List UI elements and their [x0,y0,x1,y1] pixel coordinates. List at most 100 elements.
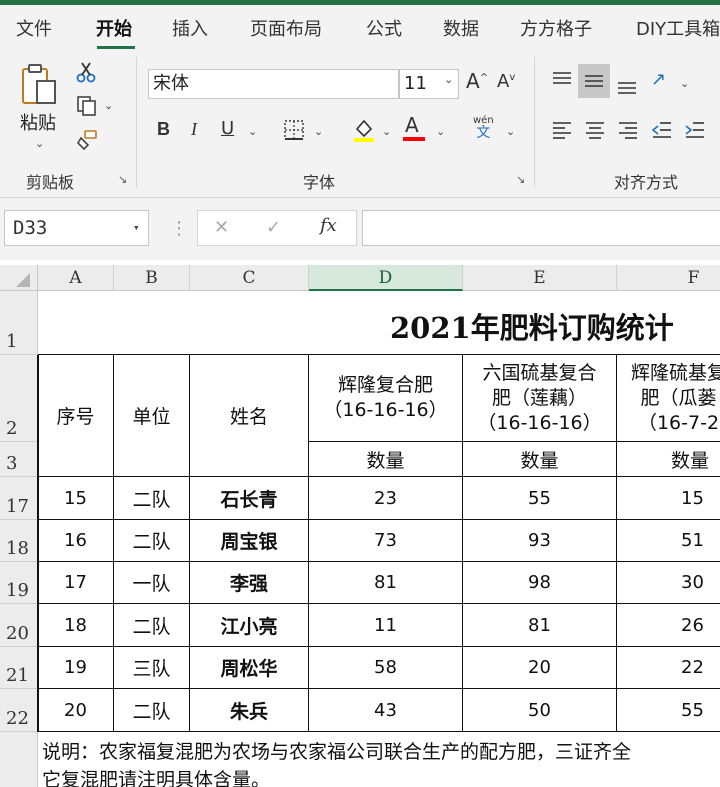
tab-insert[interactable]: 插入 [172,15,208,41]
tab-data[interactable]: 数据 [443,15,479,41]
qty-label-e[interactable]: 数量 [463,442,617,477]
cell-seq[interactable]: 20 [38,689,114,732]
formula-input[interactable] [362,210,720,246]
cell-qty-e[interactable]: 20 [463,647,617,689]
cell-name[interactable]: 周松华 [190,647,309,689]
cell-unit[interactable]: 三队 [114,647,190,689]
cell-seq[interactable]: 16 [38,520,114,562]
cell-name[interactable]: 周宝银 [190,520,309,562]
cell-qty-f[interactable]: 15 [617,477,720,520]
cell-qty-f[interactable]: 22 [617,647,720,689]
copy-dropdown-icon[interactable]: ⌄ [104,99,113,112]
cell-unit[interactable]: 二队 [114,604,190,647]
header-seq[interactable]: 序号 [38,355,114,477]
cell-unit[interactable]: 一队 [114,562,190,604]
row-header-1[interactable]: 1 [0,291,38,355]
cell-name[interactable]: 江小亮 [190,604,309,647]
footnote[interactable]: 说明：农家福复混肥为农场与农家福公司联合生产的配方肥，三证齐全 它复混肥请注明具… [42,738,720,787]
cancel-icon[interactable]: ✕ [214,219,229,237]
shrink-font-icon[interactable]: Av [497,73,515,91]
cell-qty-e[interactable]: 55 [463,477,617,520]
column-header-A[interactable]: A [38,265,114,291]
align-top-icon[interactable] [551,71,573,93]
cell-qty-d[interactable]: 58 [309,647,463,689]
cell-qty-f[interactable]: 51 [617,520,720,562]
header-unit[interactable]: 单位 [114,355,190,477]
orientation-icon[interactable]: ↗ [651,71,666,89]
tab-formulas[interactable]: 公式 [366,15,402,41]
align-middle-button[interactable] [578,64,610,98]
cell-name[interactable]: 石长青 [190,477,309,520]
phonetic-guide-icon[interactable]: wén 文 [473,115,494,140]
tab-fangfang[interactable]: 方方格子 [520,15,592,41]
orientation-dropdown-icon[interactable]: ⌄ [680,77,689,90]
copy-icon[interactable] [76,95,98,121]
phonetic-dropdown-icon[interactable]: ⌄ [506,125,515,138]
cell-seq[interactable]: 18 [38,604,114,647]
tab-home[interactable]: 开始 [96,15,132,41]
format-painter-icon[interactable] [76,129,98,155]
cell-name[interactable]: 李强 [190,562,309,604]
cell-name[interactable]: 朱兵 [190,689,309,732]
cell-qty-d[interactable]: 81 [309,562,463,604]
borders-dropdown-icon[interactable]: ⌄ [314,125,323,138]
qty-label-f[interactable]: 数量 [617,442,720,477]
cell-qty-d[interactable]: 11 [309,604,463,647]
fill-color-icon[interactable] [352,117,376,147]
row-header-22[interactable]: 22 [0,689,38,732]
row-header-20[interactable]: 20 [0,604,38,647]
bold-button[interactable]: B [157,120,170,138]
column-header-B[interactable]: B [114,265,190,291]
underline-button[interactable]: U [221,120,234,138]
cell-unit[interactable]: 二队 [114,477,190,520]
italic-button[interactable]: I [191,120,197,138]
cell-seq[interactable]: 15 [38,477,114,520]
select-all-corner[interactable] [0,265,38,291]
row-header-17[interactable]: 17 [0,477,38,520]
cell-qty-d[interactable]: 73 [309,520,463,562]
cell-qty-f[interactable]: 55 [617,689,720,732]
insert-function-icon[interactable]: fx [320,217,337,235]
font-dialog-launcher-icon[interactable]: ↘ [516,173,525,186]
worksheet-grid[interactable]: A B C D E F 1 2 3 17 18 19 20 21 22 2021… [0,265,720,787]
align-center-icon[interactable] [584,121,606,143]
font-color-icon[interactable]: A [403,115,425,141]
row-header-3[interactable]: 3 [0,442,38,477]
grow-font-icon[interactable]: A^ [466,71,488,91]
align-right-icon[interactable] [617,121,639,143]
cell-unit[interactable]: 二队 [114,689,190,732]
cell-qty-f[interactable]: 26 [617,604,720,647]
column-header-C[interactable]: C [190,265,309,291]
fill-color-dropdown-icon[interactable]: ⌄ [382,125,391,138]
font-size-combo[interactable]: 11 ⌄ [399,69,459,99]
column-header-D[interactable]: D [309,265,463,291]
qty-label-d[interactable]: 数量 [309,442,463,477]
cut-icon[interactable] [76,61,96,87]
row-header-18[interactable]: 18 [0,520,38,562]
table-title[interactable]: 2021年肥料订购统计 [38,291,720,355]
cell-qty-e[interactable]: 93 [463,520,617,562]
row-header-21[interactable]: 21 [0,647,38,689]
decrease-indent-icon[interactable] [651,121,673,143]
align-left-icon[interactable] [551,121,573,143]
header-name[interactable]: 姓名 [190,355,309,477]
cell-qty-e[interactable]: 50 [463,689,617,732]
tab-page-layout[interactable]: 页面布局 [250,15,322,41]
tab-diy-toolbox[interactable]: DIY工具箱 [636,15,720,41]
tab-file[interactable]: 文件 [16,15,52,41]
paste-button[interactable]: 粘贴 ⌄ [18,59,62,159]
row-header-19[interactable]: 19 [0,562,38,604]
cell-qty-f[interactable]: 30 [617,562,720,604]
align-bottom-icon[interactable] [616,77,638,101]
font-color-dropdown-icon[interactable]: ⌄ [436,125,445,138]
underline-dropdown-icon[interactable]: ⌄ [248,125,257,138]
name-box[interactable]: D33 ▾ [4,210,149,246]
header-product-1[interactable]: 辉隆复合肥 （16-16-16） [309,355,463,442]
increase-indent-icon[interactable] [684,121,706,143]
cell-seq[interactable]: 17 [38,562,114,604]
header-product-2[interactable]: 六国硫基复合 肥（莲藕） （16-16-16） [463,355,617,442]
column-header-F[interactable]: F [617,265,720,291]
row-header-2[interactable]: 2 [0,355,38,442]
header-product-3[interactable]: 辉隆硫基复 肥（瓜蒌 （16-7-2 [617,355,720,442]
cell-qty-d[interactable]: 43 [309,689,463,732]
